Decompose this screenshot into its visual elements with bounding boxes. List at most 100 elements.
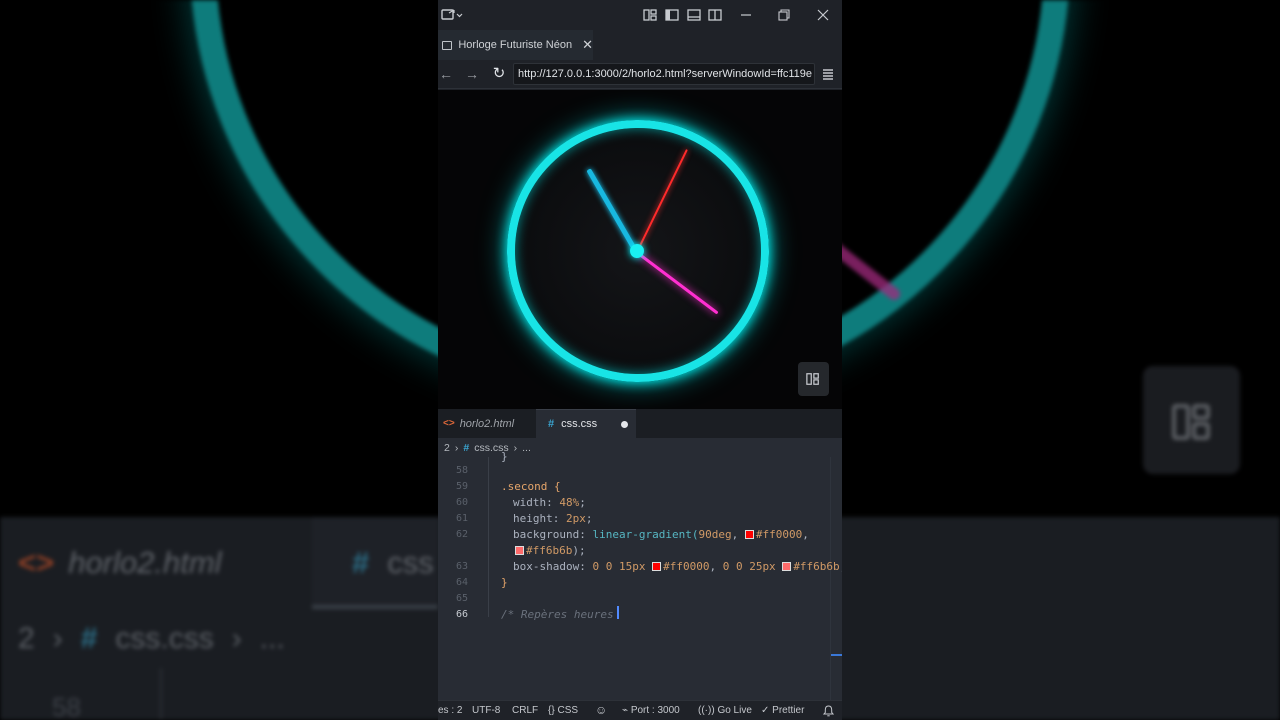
close-tab-icon[interactable]: ✕: [582, 37, 593, 53]
status-go-live[interactable]: ((·)) Go Live: [698, 705, 752, 716]
remote-window-icon[interactable]: [441, 7, 463, 23]
background-crumb-css-icon: #: [80, 622, 98, 655]
background-layout-icon: [1172, 404, 1210, 440]
status-prettier[interactable]: ✓ Prettier: [761, 705, 804, 716]
clock-center-dot: [630, 244, 644, 258]
background-css-icon: #: [352, 545, 370, 580]
bell-icon[interactable]: [823, 705, 834, 717]
code-hex: #ff0000: [663, 560, 710, 573]
reload-icon[interactable]: ↻: [491, 65, 507, 83]
scrollbar-marker[interactable]: [831, 654, 842, 656]
breadcrumb: 2 › # css.css › ...: [438, 438, 842, 457]
tab-horlo2-html[interactable]: <> horlo2.html: [438, 409, 536, 438]
code-function: linear-gradient(: [592, 528, 699, 541]
unsaved-dot-icon[interactable]: [621, 421, 628, 428]
line-number: 65: [455, 593, 468, 604]
color-swatch[interactable]: [744, 530, 754, 539]
code-line-64: }: [501, 576, 508, 589]
status-bar: es : 2 UTF-8 CRLF {} CSS ☺ ⌁ Port : 3000…: [438, 700, 842, 720]
code-line-59: .second {: [501, 480, 561, 493]
code-line-62: background: linear-gradient(90deg, #ff00…: [513, 528, 809, 541]
code-property: width:: [513, 496, 553, 509]
background-tab-html-label: horlo2.html: [68, 545, 222, 580]
tab-css-css[interactable]: # css.css: [536, 409, 636, 438]
code-hex: #ff6b6b: [793, 560, 840, 573]
url-bar[interactable]: http://127.0.0.1:3000/2/horlo2.html?serv…: [513, 63, 815, 85]
code-line-61: height: 2px;: [513, 512, 593, 525]
background-crumb-file: css.css: [115, 622, 214, 655]
code-comment: /* Repères heures: [501, 608, 621, 621]
line-number: 60: [455, 497, 468, 508]
code-value: 90deg: [698, 528, 732, 541]
layout-button[interactable]: [798, 362, 829, 396]
layout-icon: [806, 373, 819, 385]
line-number-active: 66: [455, 609, 468, 620]
background-tab-css: # css: [352, 545, 434, 581]
line-number: 63: [455, 561, 468, 572]
radio-tower-icon: ((·)): [698, 705, 715, 716]
text-cursor: [617, 606, 619, 619]
color-swatch[interactable]: [782, 562, 792, 571]
minimize-icon[interactable]: [738, 7, 754, 23]
background-tab-css-label: css: [387, 545, 434, 580]
code-line-66: /* Repères heures: [501, 608, 620, 621]
page-viewport: [438, 90, 842, 409]
url-text: http://127.0.0.1:3000/2/horlo2.html?serv…: [518, 68, 813, 80]
code-line-63: box-shadow: 0 0 15px #ff0000, 0 0 25px #…: [513, 560, 842, 573]
line-number: 58: [455, 465, 468, 476]
menu-icon[interactable]: [822, 68, 834, 80]
breadcrumb-folder[interactable]: 2: [444, 442, 450, 454]
background-line-number: 58: [52, 692, 81, 720]
line-number: 64: [455, 577, 468, 588]
toggle-panel-icon[interactable]: [686, 7, 702, 23]
status-indentation[interactable]: es : 2: [438, 705, 462, 716]
code-line-62-wrap: #ff6b6b);: [515, 544, 586, 557]
code-property: height:: [513, 512, 560, 525]
background-crumb-num: 2: [18, 622, 35, 655]
chevron-right-icon: ›: [454, 441, 459, 454]
code-value: 2px: [565, 512, 586, 525]
code-line-57: }: [501, 450, 508, 463]
forward-arrow-icon[interactable]: →: [464, 65, 480, 83]
code-editor[interactable]: } 58 59 60 61 62 63 64 65 66 .second { w…: [438, 450, 842, 700]
html-file-icon: <>: [443, 418, 455, 429]
background-crumb-more: ...: [259, 622, 285, 655]
status-port-label: Port : 3000: [630, 705, 680, 716]
customize-layout-icon[interactable]: [642, 7, 658, 23]
code-value: 0 0 15px: [592, 560, 646, 573]
toggle-sidebar-icon[interactable]: [664, 7, 680, 23]
preview-page-icon: [442, 40, 453, 50]
code-property: background:: [513, 528, 586, 541]
tab-label: css.css: [561, 418, 598, 430]
back-arrow-icon[interactable]: ←: [438, 65, 454, 83]
css-file-icon: #: [548, 418, 555, 430]
status-eol[interactable]: CRLF: [512, 705, 538, 716]
status-encoding[interactable]: UTF-8: [472, 705, 500, 716]
status-port[interactable]: ⌁ Port : 3000: [622, 705, 680, 716]
status-prettier-label: Prettier: [772, 705, 805, 716]
close-window-icon[interactable]: [815, 7, 831, 23]
code-brace: }: [501, 576, 508, 589]
breadcrumb-more[interactable]: ...: [522, 442, 531, 454]
browser-window: Horloge Futuriste Néon ✕ ← → ↻ http://12…: [438, 0, 842, 720]
braces-icon: {}: [548, 705, 555, 716]
browser-tab-bar: Horloge Futuriste Néon ✕: [438, 30, 842, 60]
code-property: box-shadow:: [513, 560, 586, 573]
background-chevron-icon: ›: [52, 622, 63, 655]
browser-tab[interactable]: Horloge Futuriste Néon ✕: [438, 30, 593, 60]
code-line-60: width: 48%;: [513, 496, 586, 509]
chevron-right-icon: ›: [513, 441, 518, 454]
background-breadcrumb: 2 › # css.css › ...: [18, 622, 285, 656]
color-swatch[interactable]: [515, 546, 524, 555]
background-tab-html: <> horlo2.html: [18, 545, 222, 581]
copilot-icon[interactable]: ☺: [595, 703, 607, 717]
title-bar: [438, 0, 842, 30]
status-language[interactable]: {} CSS: [548, 705, 578, 716]
color-swatch[interactable]: [652, 562, 662, 571]
editor-ruler: [830, 457, 831, 700]
toggle-secondary-sidebar-icon[interactable]: [707, 7, 723, 23]
restore-icon[interactable]: [776, 7, 792, 23]
line-number: 61: [455, 513, 468, 524]
code-selector: .second {: [501, 480, 561, 493]
background-gutter: [160, 668, 162, 720]
